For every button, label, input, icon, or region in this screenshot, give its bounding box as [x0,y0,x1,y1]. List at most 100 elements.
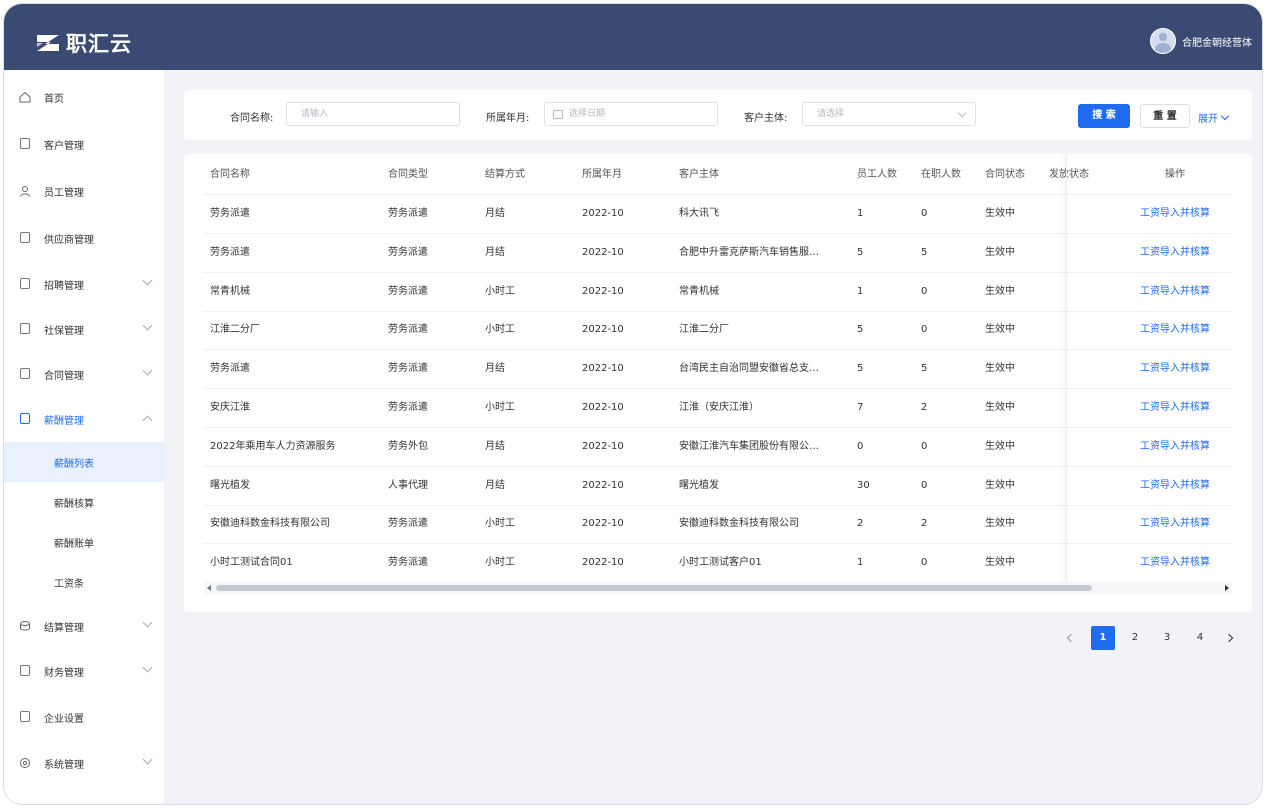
table-cell: 5 [857,324,864,336]
table-cell: 人事代理 [388,479,428,491]
table-cell: 月结 [485,208,505,219]
table-cell: 生效中 [985,324,1015,336]
horizontal-scrollbar[interactable] [204,582,1232,594]
sidebar-item-label: 企业设置 [44,713,84,725]
logo-icon [37,35,59,51]
page-2[interactable]: 2 [1123,626,1147,650]
user-menu[interactable]: 合肥金朝经营体 [1150,28,1252,54]
table-cell: 安徽迪科数金科技有限公司 [679,518,799,530]
chevron-down-icon [142,365,153,376]
sidebar-item-home[interactable]: 首页 [4,82,164,112]
customer-placeholder: 请选择 [817,109,845,119]
table-cell: 5 [921,363,928,375]
table-cell: 月结 [485,363,505,375]
table-cell: 月结 [485,479,505,491]
salary-table: 合同名称 合同类型 结算方式 所属年月 客户主体 员工人数 在职人数 合同状态 发放状态 操作 劳务… [184,154,1252,612]
sidebar-item-label: 系统管理 [44,759,84,771]
sidebar-item-label: 客户管理 [44,140,84,152]
chevron-down-icon [142,275,153,286]
home-icon [19,91,31,103]
table-cell: 30 [857,479,870,491]
chevron-down-icon [957,108,967,118]
page-4[interactable]: 4 [1188,626,1212,650]
table-cell: 安徽江淮汽车集团股份有限公… [679,440,819,452]
column-header: 员工人数 [857,169,897,180]
table-cell: 江淮二分厂 [210,324,260,336]
brand-logo[interactable]: 职汇云 [34,30,132,56]
sidebar-item-recruitment[interactable]: 招聘管理 [4,269,164,299]
table-cell: 0 [921,285,928,297]
reset-button[interactable]: 重 置 [1140,104,1190,128]
expand-toggle[interactable]: 展开 [1198,110,1230,125]
table-cell: 曙光植发 [210,479,250,491]
table-cell: 月结 [485,440,505,452]
customer-select[interactable]: 请选择 [802,102,976,126]
sidebar-item-employees[interactable]: 员工管理 [4,176,164,206]
table-cell: 2022-10 [582,246,624,258]
page-3[interactable]: 3 [1155,626,1179,650]
scroll-right-icon[interactable] [1225,585,1229,591]
avatar[interactable] [1150,28,1176,54]
expand-label: 展开 [1198,114,1218,125]
table-cell: 劳务派遣 [388,246,428,258]
sidebar-subitem-label: 薪酬账单 [54,538,94,550]
sidebar-item-enterprise-settings[interactable]: 企业设置 [4,702,164,732]
table-cell: 2022-10 [582,285,624,297]
table-cell: 0 [921,557,928,569]
sidebar-subitem-salary-list[interactable]: 薪酬列表 [4,442,164,482]
sidebar-item-suppliers[interactable]: 供应商管理 [4,223,164,253]
prev-page-icon[interactable] [1066,633,1076,643]
sidebar-item-salary[interactable]: 薪酬管理 [4,404,164,434]
table-cell: 小时工 [485,557,515,569]
table-cell: 0 [857,440,864,452]
page-1[interactable]: 1 [1091,626,1115,650]
search-button[interactable]: 搜 索 [1078,104,1130,128]
contract-name-input[interactable]: 请输入 [286,102,460,126]
next-page-icon[interactable] [1224,633,1234,643]
contract-name-label: 合同名称: [230,113,274,124]
sidebar-item-customers[interactable]: 客户管理 [4,129,164,159]
month-picker[interactable]: 选择日期 [544,102,718,126]
sidebar-subitem-salary-bills[interactable]: 薪酬账单 [4,522,164,562]
table-cell: 江淮（安庆江淮） [679,402,759,413]
finance-icon [20,665,30,676]
chevron-down-icon [142,320,153,331]
table-cell: 2022-10 [582,479,624,491]
sidebar-item-label: 结算管理 [44,622,84,634]
chevron-up-icon [142,415,153,426]
table-cell: 7 [857,402,864,413]
table-cell: 生效中 [985,518,1015,530]
column-header: 客户主体 [679,169,719,180]
scrollbar-thumb[interactable] [216,585,1092,591]
table-cell: 生效中 [985,440,1015,452]
supplier-icon [20,232,30,243]
app-window: 职汇云 合肥金朝经营体 首页 客户管理 员工管理 供应商管理 招聘管理 社保管理… [4,4,1262,804]
sidebar-item-system[interactable]: 系统管理 [4,748,164,778]
table-cell: 劳务派遣 [388,208,428,219]
chevron-down-icon [142,617,153,628]
sidebar-item-label: 社保管理 [44,325,84,337]
sidebar-subitem-payslips[interactable]: 工资条 [4,562,164,602]
column-header: 结算方式 [485,169,525,180]
table-cell: 劳务派遣 [388,402,428,413]
scroll-left-icon[interactable] [207,585,211,591]
sidebar-item-label: 招聘管理 [44,280,84,292]
sidebar-item-label: 合同管理 [44,370,84,382]
table-cell: 月结 [485,246,505,258]
table-cell: 劳务派遣 [388,324,428,336]
sidebar-item-label: 供应商管理 [44,234,94,246]
table-cell: 生效中 [985,208,1015,219]
building-icon [20,138,30,149]
sidebar-item-social-security[interactable]: 社保管理 [4,314,164,344]
sidebar-item-contracts[interactable]: 合同管理 [4,359,164,389]
sidebar: 首页 客户管理 员工管理 供应商管理 招聘管理 社保管理 合同管理 薪酬管理 薪… [4,70,165,804]
table-cell: 生效中 [985,285,1015,297]
sidebar-item-label: 首页 [44,93,64,105]
table-cell: 2022-10 [582,363,624,375]
table-cell: 2022-10 [582,440,624,452]
table-cell: 2 [921,402,928,413]
sidebar-subitem-salary-accounting[interactable]: 薪酬核算 [4,482,164,522]
sidebar-item-settlement[interactable]: 结算管理 [4,611,164,641]
table-cell: 0 [921,208,928,219]
sidebar-item-finance[interactable]: 财务管理 [4,656,164,686]
